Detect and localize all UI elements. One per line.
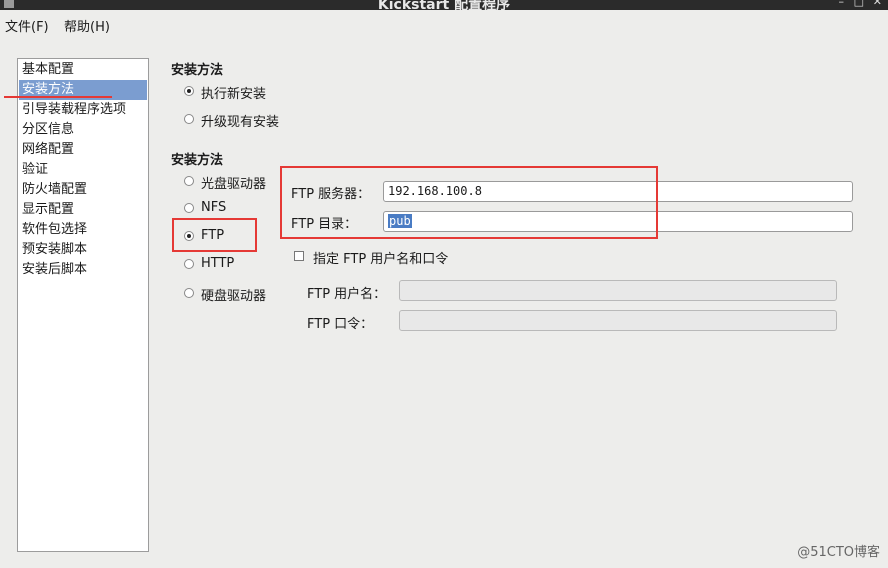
maximize-button[interactable]: □ [854,0,864,8]
radio-new-install[interactable] [184,86,194,96]
sidebar-item-pre-script[interactable]: 预安装脚本 [19,240,147,260]
ftp-username-label: FTP 用户名： [307,287,387,302]
radio-cdrom[interactable] [184,176,194,186]
ftp-credentials-checkbox-label[interactable]: 指定 FTP 用户名和口令 [313,248,448,267]
sidebar-item-partition[interactable]: 分区信息 [19,120,147,140]
ftp-credentials-checkbox[interactable] [294,251,304,261]
sidebar-item-packages[interactable]: 软件包选择 [19,220,147,240]
minimize-button[interactable]: – [839,0,845,8]
radio-upgrade[interactable] [184,114,194,124]
radio-http[interactable] [184,259,194,269]
radio-upgrade-label[interactable]: 升级现有安装 [201,111,279,130]
menu-bar: 文件(F) 帮助(H) [0,10,888,38]
install-source-heading: 安装方法 [171,153,224,168]
menu-file[interactable]: 文件(F) [5,16,49,35]
radio-nfs[interactable] [184,203,194,213]
annotation-underline [4,96,112,98]
sidebar-item-basic-config[interactable]: 基本配置 [19,60,147,80]
menu-help[interactable]: 帮助(H) [64,16,110,35]
radio-harddisk[interactable] [184,288,194,298]
radio-cdrom-label[interactable]: 光盘驱动器 [201,173,266,192]
radio-new-install-label[interactable]: 执行新安装 [201,83,266,102]
sidebar: 基本配置 安装方法 引导装载程序选项 分区信息 网络配置 验证 防火墙配置 显示… [17,58,149,552]
sidebar-item-network[interactable]: 网络配置 [19,140,147,160]
watermark: @51CTO博客 [797,545,880,560]
sidebar-item-display[interactable]: 显示配置 [19,200,147,220]
sidebar-item-post-script[interactable]: 安装后脚本 [19,260,147,280]
sidebar-item-auth[interactable]: 验证 [19,160,147,180]
annotation-box-ftp-fields [280,166,658,239]
annotation-box-ftp-option [172,218,257,252]
sidebar-item-bootloader[interactable]: 引导装载程序选项 [19,100,147,120]
radio-http-label[interactable]: HTTP [201,256,234,271]
install-type-heading: 安装方法 [171,63,224,78]
radio-harddisk-label[interactable]: 硬盘驱动器 [201,285,266,304]
radio-nfs-label[interactable]: NFS [201,200,226,215]
close-button[interactable]: ✕ [873,0,882,8]
ftp-password-label: FTP 口令： [307,317,374,332]
ftp-username-input[interactable] [399,280,837,301]
window-title: Kickstart 配置程序 [377,0,511,10]
title-bar: Kickstart 配置程序 – □ ✕ [0,0,888,10]
sidebar-item-firewall[interactable]: 防火墙配置 [19,180,147,200]
ftp-password-input[interactable] [399,310,837,331]
